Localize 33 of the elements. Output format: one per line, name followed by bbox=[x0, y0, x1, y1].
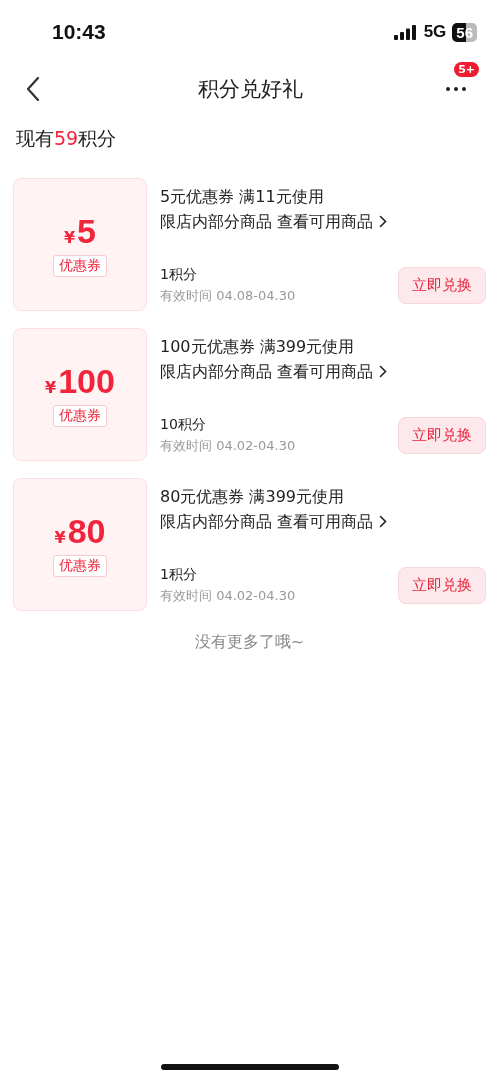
points-cost: 1积分 bbox=[160, 566, 198, 584]
chevron-icon bbox=[379, 365, 388, 378]
coupon-tag: 优惠券 bbox=[53, 555, 107, 577]
chevron-icon bbox=[379, 515, 388, 528]
more-icon[interactable] bbox=[445, 86, 467, 92]
back-icon[interactable] bbox=[26, 77, 40, 101]
redeem-button[interactable]: 立即兑换 bbox=[398, 567, 486, 604]
network-label: 5G bbox=[423, 22, 447, 42]
clock-time: 10:43 bbox=[52, 20, 106, 44]
page-title: 积分兑好礼 bbox=[198, 76, 303, 103]
redeem-button[interactable]: 立即兑换 bbox=[398, 417, 486, 454]
coupon-amount: ¥5 bbox=[63, 212, 97, 251]
chevron-icon bbox=[379, 215, 388, 228]
end-of-list-note: 没有更多了哦~ bbox=[193, 632, 306, 653]
coupon-title: 80元优惠券 满399元使用 bbox=[160, 486, 345, 508]
points-balance: 现有59积分 bbox=[15, 126, 118, 151]
validity-period: 有效时间 04.02-04.30 bbox=[160, 437, 296, 455]
points-cost: 1积分 bbox=[160, 266, 198, 284]
notification-badge: 5+ bbox=[454, 62, 479, 77]
view-products-link[interactable]: 限店内部分商品 查看可用商品 bbox=[160, 359, 486, 384]
view-products-link[interactable]: 限店内部分商品 查看可用商品 bbox=[160, 509, 486, 534]
coupon-tag: 优惠券 bbox=[53, 255, 107, 277]
redeem-button[interactable]: 立即兑换 bbox=[398, 267, 486, 304]
coupon-title: 5元优惠券 满11元使用 bbox=[160, 186, 325, 208]
signal-icon bbox=[393, 24, 418, 40]
coupon-tag: 优惠券 bbox=[53, 405, 107, 427]
validity-period: 有效时间 04.08-04.30 bbox=[160, 287, 296, 305]
coupon-amount: ¥80 bbox=[54, 512, 106, 551]
coupon-title: 100元优惠券 满399元使用 bbox=[160, 336, 356, 358]
points-cost: 10积分 bbox=[160, 416, 207, 434]
view-products-link[interactable]: 限店内部分商品 查看可用商品 bbox=[160, 209, 486, 234]
coupon-amount: ¥100 bbox=[45, 362, 115, 401]
validity-period: 有效时间 04.02-04.30 bbox=[160, 587, 296, 605]
